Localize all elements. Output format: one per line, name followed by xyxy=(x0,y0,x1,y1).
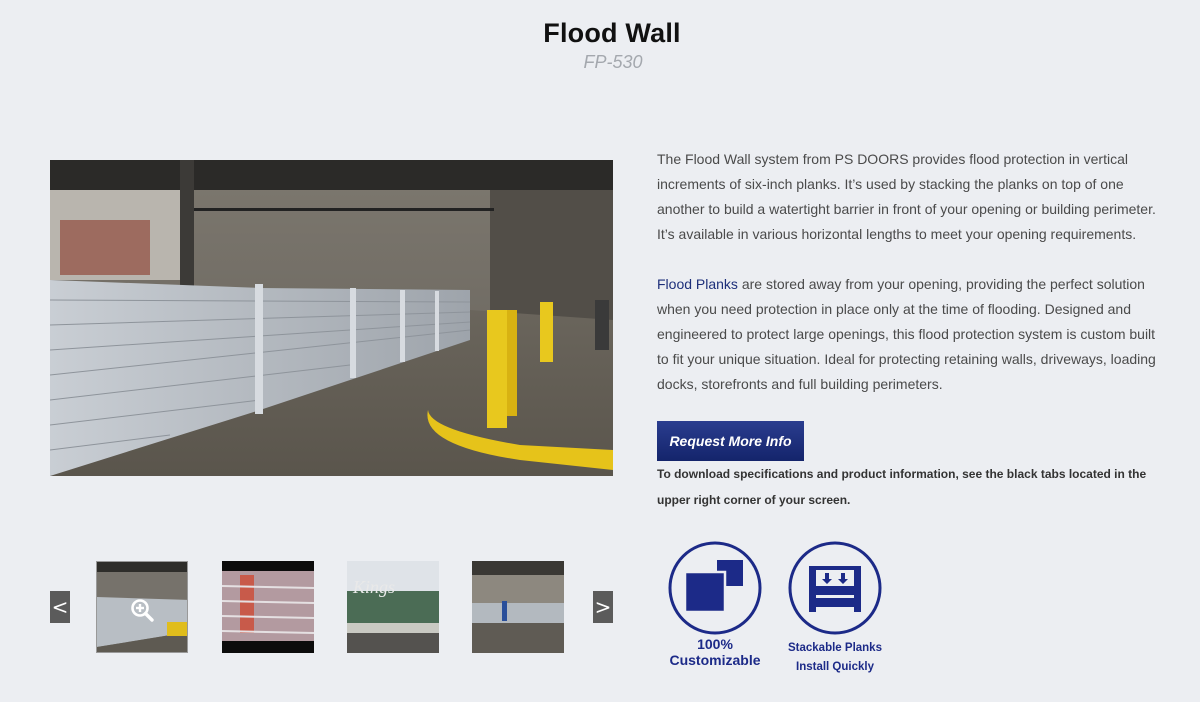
thumb-kings-storefront[interactable]: Kings xyxy=(347,561,439,653)
request-more-info-button[interactable]: Request More Info xyxy=(657,421,804,461)
thumb-flood-wall-overview[interactable] xyxy=(472,561,564,653)
customizable-badge-line1: 100% xyxy=(697,636,733,652)
flood-planks-link[interactable]: Flood Planks xyxy=(657,276,738,292)
customizable-icon xyxy=(668,541,762,635)
page-title: Flood Wall xyxy=(543,18,681,48)
customizable-badge: 100% Customizable xyxy=(660,540,770,668)
model-number: FP-530 xyxy=(583,52,643,72)
gallery-prev-button[interactable]: < xyxy=(50,591,70,623)
thumb-flood-wall-garage[interactable] xyxy=(96,561,188,653)
description-paragraph-2: Flood Planks are stored away from your o… xyxy=(657,272,1167,397)
description-paragraph-1: The Flood Wall system from PS DOORS prov… xyxy=(657,151,1156,242)
download-note: To download specifications and product i… xyxy=(657,467,1147,507)
thumb-flood-plank-closeup[interactable] xyxy=(222,561,314,653)
stackable-planks-badge-line2: Install Quickly xyxy=(796,661,874,673)
svg-text:Kings: Kings xyxy=(352,577,395,597)
description-paragraph-2-text: are stored away from your opening, provi… xyxy=(657,276,1156,392)
zoom-icon[interactable] xyxy=(130,598,154,622)
gallery-next-button[interactable]: > xyxy=(593,591,613,623)
customizable-badge-line2: Customizable xyxy=(669,652,761,668)
stackable-planks-icon xyxy=(788,541,882,635)
main-product-image[interactable] xyxy=(50,160,613,476)
stackable-planks-badge: Stackable Planks Install Quickly xyxy=(780,540,890,674)
stackable-planks-badge-line1: Stackable Planks xyxy=(788,642,882,654)
